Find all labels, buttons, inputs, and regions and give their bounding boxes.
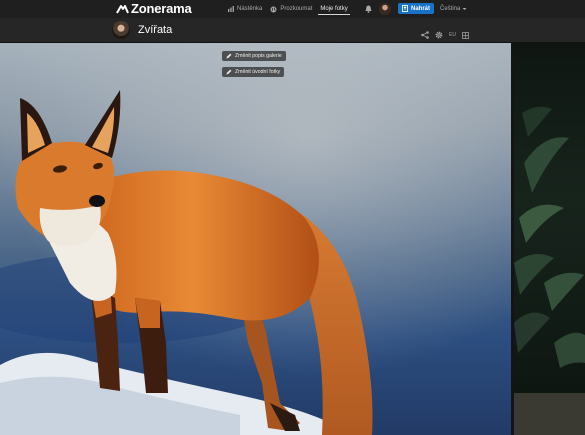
zonerama-page: Zonerama Nástěnka Prozkoumat Moje fotky bbox=[0, 0, 585, 435]
upload-button[interactable]: Nahrát bbox=[398, 3, 435, 14]
upload-icon bbox=[402, 5, 408, 12]
zonerama-logo-icon bbox=[116, 4, 129, 13]
bell-icon[interactable] bbox=[365, 5, 372, 13]
pencil-icon bbox=[226, 69, 232, 75]
nav-my-photos-label: Moje fotky bbox=[320, 6, 348, 12]
fox-photo-illustration bbox=[0, 43, 511, 435]
user-avatar[interactable] bbox=[379, 3, 391, 15]
nav-explore-label: Prozkoumat bbox=[280, 6, 313, 12]
nav-dashboard-label: Nástěnka bbox=[237, 6, 263, 12]
chart-icon bbox=[228, 6, 234, 12]
pencil-icon bbox=[226, 53, 232, 59]
top-navigation-bar: Zonerama Nástěnka Prozkoumat Moje fotky bbox=[0, 0, 585, 18]
edit-cover-photos-button[interactable]: Změnit úvodní fotky bbox=[222, 67, 285, 77]
jungle-photo-illustration bbox=[514, 106, 585, 435]
tool-label[interactable]: EU bbox=[449, 32, 456, 38]
nav-dashboard[interactable]: Nástěnka bbox=[224, 0, 266, 18]
gallery-photo-2[interactable] bbox=[514, 43, 585, 435]
logo[interactable]: Zonerama bbox=[116, 1, 192, 16]
nav-explore[interactable]: Prozkoumat bbox=[266, 0, 316, 18]
edit-gallery-description-button[interactable]: Změnit popis galerie bbox=[222, 51, 286, 61]
edit-cover-photos-label: Změnit úvodní fotky bbox=[235, 69, 281, 75]
nav-my-photos[interactable]: Moje fotky bbox=[316, 0, 351, 18]
gallery-tools: EU bbox=[421, 31, 469, 39]
share-icon[interactable] bbox=[421, 31, 429, 39]
language-label: Čeština bbox=[440, 6, 461, 12]
globe-icon bbox=[270, 6, 277, 12]
language-select[interactable]: Čeština bbox=[440, 0, 467, 18]
chevron-down-icon bbox=[462, 8, 467, 10]
gallery-header bbox=[0, 18, 585, 43]
gallery-owner-avatar[interactable] bbox=[112, 21, 130, 39]
main-nav: Nástěnka Prozkoumat Moje fotky bbox=[224, 0, 352, 18]
upload-label: Nahrát bbox=[411, 5, 431, 12]
gallery-title: Zvířata bbox=[138, 24, 173, 36]
gallery-cover-photo[interactable] bbox=[0, 43, 511, 435]
logo-text: Zonerama bbox=[131, 1, 192, 16]
edit-gallery-description-label: Změnit popis galerie bbox=[235, 53, 282, 59]
grid-icon[interactable] bbox=[462, 31, 469, 39]
gear-icon[interactable] bbox=[435, 31, 443, 39]
